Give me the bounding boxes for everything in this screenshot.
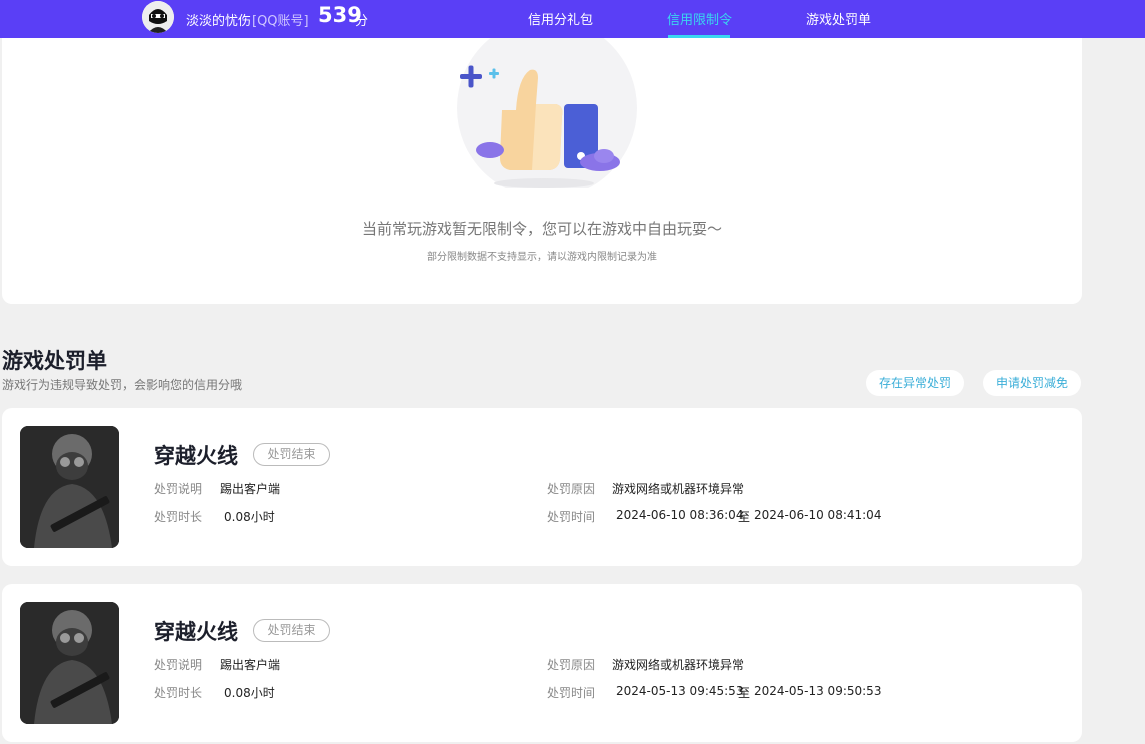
penalty-reduction-button[interactable]: 申请处罚减免 [983, 370, 1081, 396]
penalty-desc-label: 处罚说明 [154, 658, 203, 672]
restriction-empty-note: 部分限制数据不支持显示，请以游戏内限制记录为准 [427, 252, 657, 263]
account-type-tag: [QQ账号] [252, 14, 309, 29]
penalty-time-separator: 至 [738, 686, 751, 700]
restriction-card: 当前常玩游戏暂无限制令，您可以在游戏中自由玩耍～ 部分限制数据不支持显示，请以游… [2, 38, 1082, 304]
penalty-section-title: 游戏处罚单 [2, 349, 107, 373]
tab-credit-restriction[interactable]: 信用限制令 [667, 9, 732, 28]
game-cover-image [20, 426, 119, 548]
tab-game-penalty[interactable]: 游戏处罚单 [806, 9, 871, 28]
penalty-desc-value: 踢出客户端 [220, 658, 281, 672]
penalty-reason-value: 游戏网络或机器环境异常 [612, 482, 745, 496]
penalty-card: 穿越火线 处罚结束 处罚说明 踢出客户端 处罚时长 0.08小时 处罚原因 游戏… [2, 584, 1082, 742]
penalty-section-subtitle: 游戏行为违规导致处罚，会影响您的信用分哦 [2, 378, 243, 392]
penalty-start-time: 2024-05-13 09:45:53 [616, 684, 744, 698]
penalty-reason-label: 处罚原因 [547, 482, 596, 496]
abnormal-penalty-button[interactable]: 存在异常处罚 [866, 370, 964, 396]
penalty-reason-value: 游戏网络或机器环境异常 [612, 658, 745, 672]
penalty-duration-label: 处罚时长 [154, 686, 203, 700]
tab-credit-gift[interactable]: 信用分礼包 [528, 9, 593, 28]
thumbs-up-icon [457, 38, 637, 188]
status-badge: 处罚结束 [253, 619, 330, 642]
top-bar: 淡淡的忧伤 [QQ账号] 539 分 信用分礼包 信用限制令 游戏处罚单 [0, 0, 1145, 38]
avatar[interactable] [142, 1, 174, 33]
penalty-desc-label: 处罚说明 [154, 482, 203, 496]
penalty-desc-value: 踢出客户端 [220, 482, 281, 496]
penalty-end-time: 2024-05-13 09:50:53 [754, 684, 882, 698]
game-name: 穿越火线 [154, 444, 238, 468]
penalty-time-label: 处罚时间 [547, 510, 596, 524]
penalty-end-time: 2024-06-10 08:41:04 [754, 508, 882, 522]
game-name: 穿越火线 [154, 620, 238, 644]
game-cover-image [20, 602, 119, 724]
penalty-time-label: 处罚时间 [547, 686, 596, 700]
penalty-start-time: 2024-06-10 08:36:04 [616, 508, 744, 522]
status-badge: 处罚结束 [253, 443, 330, 466]
penalty-card: 穿越火线 处罚结束 处罚说明 踢出客户端 处罚时长 0.08小时 处罚原因 游戏… [2, 408, 1082, 566]
penalty-duration-value: 0.08小时 [224, 510, 275, 524]
penalty-time-separator: 至 [738, 510, 751, 524]
penalty-duration-label: 处罚时长 [154, 510, 203, 524]
restriction-empty-message: 当前常玩游戏暂无限制令，您可以在游戏中自由玩耍～ [361, 220, 722, 238]
penalty-duration-value: 0.08小时 [224, 686, 275, 700]
penalty-reason-label: 处罚原因 [547, 658, 596, 672]
user-name: 淡淡的忧伤 [186, 14, 252, 29]
credit-score-unit: 分 [355, 14, 369, 29]
